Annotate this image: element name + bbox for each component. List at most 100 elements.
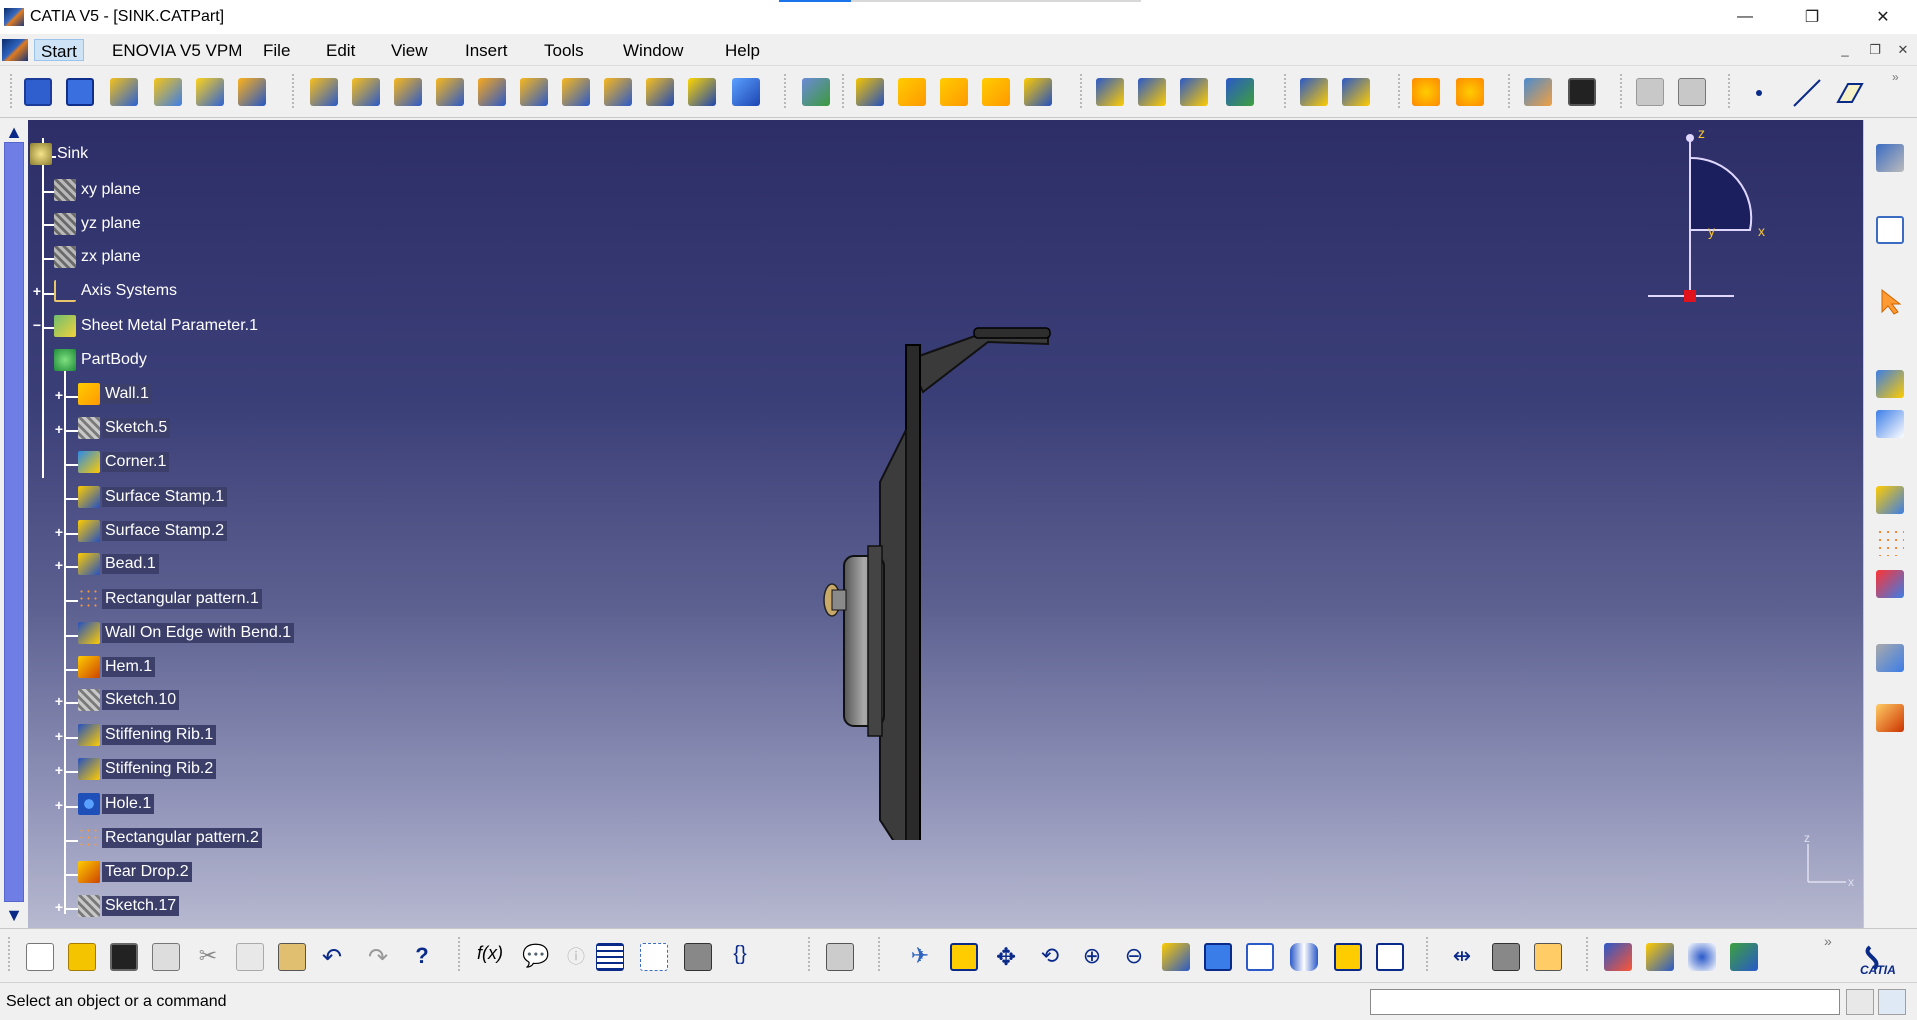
tree-node-surface-stamp2[interactable]: Surface Stamp.2 [78,519,228,543]
corner-icon[interactable] [562,78,590,106]
circular-stamp-icon[interactable] [1180,78,1208,106]
multi-view-icon[interactable] [1204,943,1232,971]
rectangular-pattern-icon[interactable] [856,78,884,106]
bead-icon[interactable] [940,78,968,106]
wall-icon[interactable] [238,78,266,106]
menu-enovia[interactable]: ENOVIA V5 VPM [106,39,248,61]
command-execute-button[interactable] [1878,989,1906,1015]
tree-node-sketch10[interactable]: Sketch.10 [78,688,180,712]
tree-root-sink[interactable]: Sink [30,142,91,166]
menu-file[interactable]: File [257,39,296,61]
menu-help[interactable]: Help [719,39,766,61]
dxf-icon[interactable] [1568,78,1596,106]
select-part-icon[interactable] [1876,144,1904,172]
command-input[interactable] [1370,989,1840,1015]
apply-material-icon[interactable] [1604,943,1632,971]
menu-insert[interactable]: Insert [459,39,514,61]
doc-minimize-button[interactable]: _ [1834,42,1856,60]
user-stamp-icon[interactable] [1300,78,1328,106]
pan-icon[interactable]: ✥ [992,943,1020,971]
render-icon[interactable] [1688,943,1716,971]
point-icon[interactable] [1756,90,1762,96]
compass-widget[interactable]: z y x [1638,120,1778,310]
sketch-icon[interactable] [1876,216,1904,244]
undo-icon[interactable]: ↶ [318,943,346,971]
fold-icon[interactable] [1412,78,1440,106]
tree-node-xy-plane[interactable]: xy plane [54,178,144,202]
select-arrow-icon[interactable] [1878,288,1906,316]
menu-edit[interactable]: Edit [320,39,361,61]
expand-rib2-icon[interactable]: + [52,763,66,777]
tree-scrollbar[interactable]: ▲ ▼ [0,120,28,928]
new-icon[interactable] [26,943,54,971]
stamp-icon[interactable] [732,78,760,106]
tree-node-yz-plane[interactable]: yz plane [54,212,144,236]
expand-sketch5-icon[interactable]: + [52,422,66,436]
swap-visible-space-icon[interactable] [1376,943,1404,971]
tree-node-wall-on-edge[interactable]: Wall On Edge with Bend.1 [78,621,295,645]
swept-wall-icon[interactable] [310,78,338,106]
copy-icon[interactable] [236,943,264,971]
shading-icon[interactable] [1290,943,1318,971]
tree-node-partbody[interactable]: PartBody [54,348,150,372]
tear-drop-icon[interactable] [436,78,464,106]
tree-node-rect-pattern2[interactable]: Rectangular pattern.2 [78,826,262,850]
chamfer-icon[interactable] [604,78,632,106]
extrusion-icon[interactable] [1226,78,1254,106]
redo-icon[interactable]: ↷ [364,943,392,971]
measure-bulb-icon[interactable]: ⓘ [562,943,590,971]
open-icon[interactable] [68,943,96,971]
tree-node-bead[interactable]: Bead.1 [78,552,159,576]
expand-hole-icon[interactable]: + [52,798,66,812]
surface-stamp-icon[interactable] [898,78,926,106]
zoom-in-icon[interactable]: ⊕ [1078,943,1106,971]
expand-bead-icon[interactable]: + [52,558,66,572]
part-sink-model[interactable] [768,220,1068,840]
plane-icon[interactable] [1834,78,1864,108]
conical-bend-icon[interactable] [520,78,548,106]
tree-node-axis-systems[interactable]: Axis Systems [54,279,180,303]
unfold-part-icon[interactable] [1456,78,1484,106]
tree-node-stiffening-rib1[interactable]: Stiffening Rib.1 [78,723,217,747]
catalog-icon[interactable] [1876,644,1904,672]
tree-node-sketch17[interactable]: Sketch.17 [78,894,180,918]
doc-restore-button[interactable]: ❐ [1864,42,1886,60]
menu-view[interactable]: View [385,39,434,61]
flanged-hole-icon[interactable] [1138,78,1166,106]
sheet-metal-parameters-icon[interactable] [24,78,52,106]
comment-icon[interactable]: 💬 [522,943,550,971]
sectioning-icon[interactable] [1646,943,1674,971]
paste-icon[interactable] [278,943,306,971]
save-icon[interactable] [110,943,138,971]
update-icon[interactable] [826,943,854,971]
measure-inertia-icon[interactable] [1534,943,1562,971]
tree-node-hole[interactable]: Hole.1 [78,792,155,816]
menu-tools[interactable]: Tools [538,39,590,61]
close-button[interactable]: ✕ [1854,0,1912,34]
library-icon[interactable] [1876,704,1904,732]
print-icon[interactable] [152,943,180,971]
expand-wall-icon[interactable]: + [52,388,66,402]
toolbar-overflow-icon[interactable]: » [1892,70,1899,84]
curve-stamp-icon[interactable] [688,78,716,106]
measure-inertia-icon[interactable] [1876,570,1904,598]
menu-window[interactable]: Window [617,39,689,61]
tree-node-sketch5[interactable]: Sketch.5 [78,416,171,440]
zoom-out-icon[interactable]: ⊖ [1120,943,1148,971]
apply-material-icon[interactable] [1876,486,1904,514]
hole-icon[interactable] [1096,78,1124,106]
views-management-icon[interactable] [196,78,224,106]
expand-rib1-icon[interactable]: + [52,729,66,743]
unfold-icon[interactable] [110,78,138,106]
tree-node-surface-stamp1[interactable]: Surface Stamp.1 [78,485,228,509]
whats-this-icon[interactable]: ? [408,943,436,971]
cut-fold-icon[interactable] [154,78,182,106]
tree-node-rect-pattern1[interactable]: Rectangular pattern.1 [78,587,262,611]
rotate-icon[interactable]: ⟲ [1036,943,1064,971]
catia-menu-icon[interactable] [2,39,28,61]
minimize-button[interactable]: — [1716,0,1774,34]
measure-item-icon[interactable] [1876,410,1904,438]
toolbar-overflow-icon[interactable]: » [1824,933,1832,949]
louver-icon[interactable] [982,78,1010,106]
fly-icon[interactable]: ✈ [906,943,934,971]
